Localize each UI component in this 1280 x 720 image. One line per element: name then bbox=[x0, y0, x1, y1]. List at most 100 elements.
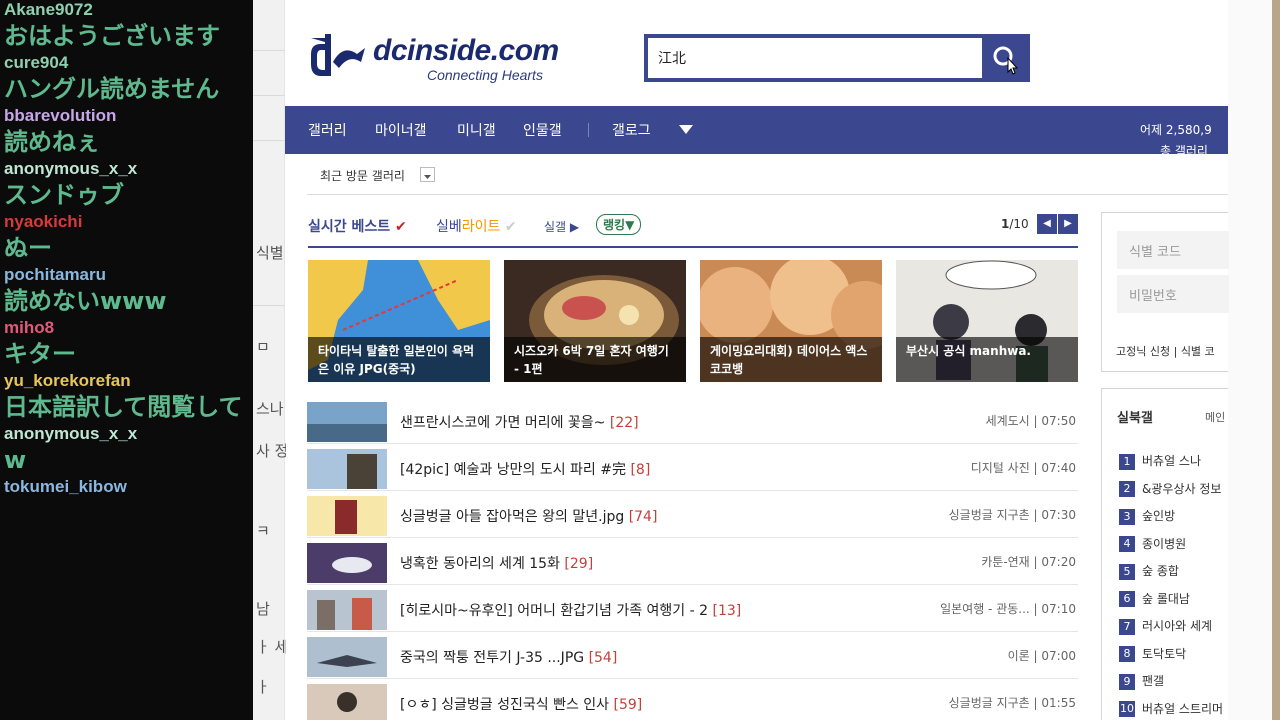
post-thumbnail bbox=[307, 402, 387, 442]
divider bbox=[253, 305, 285, 306]
nav-item-person-gallery[interactable]: 인물갤 bbox=[523, 120, 562, 140]
post-row[interactable]: 냉혹한 동아리의 세계 15화 [29] 카툰-연재 | 07:20 bbox=[307, 538, 1078, 585]
post-row[interactable]: 샌프란시스코에 가면 머리에 꽃을~ [22] 세계도시 | 07:50 bbox=[307, 397, 1078, 444]
nav-item-mini-gallery[interactable]: 미니갤 bbox=[457, 120, 496, 140]
recent-galleries-label: 최근 방문 갤러리 bbox=[320, 169, 405, 183]
chat-username: tokumei_kibow bbox=[4, 477, 127, 496]
post-row[interactable]: [ㅇㅎ] 싱글벙글 성진국식 빤스 인사 [59] 싱글벙글 지구촌 | 01:… bbox=[307, 679, 1078, 720]
password-field[interactable]: 비밀번호 bbox=[1117, 275, 1229, 313]
post-time: 07:10 bbox=[1041, 602, 1076, 616]
login-panel: 식별 코드 비밀번호 고정닉 신청 | 식별 코 bbox=[1101, 212, 1229, 372]
chat-username: pochitamaru bbox=[4, 265, 107, 284]
ranking-item[interactable]: 9 팬갤 bbox=[1119, 672, 1164, 690]
id-code-field[interactable]: 식별 코드 bbox=[1117, 231, 1229, 269]
chat-text bbox=[4, 496, 253, 530]
post-title-text: 샌프란시스코에 가면 머리에 꽃을~ bbox=[400, 415, 606, 431]
search-icon bbox=[993, 46, 1019, 75]
chat-username: nyaokichi bbox=[4, 212, 83, 231]
ranking-item[interactable]: 7 러시아와 세계 bbox=[1119, 617, 1212, 635]
nav-item-gallog[interactable]: 갤로그 bbox=[612, 120, 651, 140]
ranking-sub[interactable]: 메인 bbox=[1205, 409, 1225, 425]
rank-label: 토닥토닥 bbox=[1142, 646, 1187, 661]
comment-count: [54] bbox=[588, 650, 618, 666]
post-title-text: [ㅇㅎ] 싱글벙글 성진국식 빤스 인사 bbox=[400, 697, 610, 713]
comment-count: [59] bbox=[613, 697, 643, 713]
ranking-item[interactable]: 3 숲인방 bbox=[1119, 507, 1175, 525]
fixed-nick-signup-link[interactable]: 고정닉 신청 bbox=[1116, 345, 1170, 358]
chat-message: anonymous_x_xw bbox=[0, 424, 253, 477]
nav-item-minor-gallery[interactable]: 마이너갤 bbox=[375, 120, 427, 140]
post-time: 07:50 bbox=[1041, 414, 1076, 428]
recent-galleries: 최근 방문 갤러리 bbox=[307, 155, 1228, 195]
best-thumb-card[interactable]: 타이타닉 탈출한 일본인이 욕먹은 이유 JPG(중국) bbox=[308, 260, 490, 382]
nav-item-gallery[interactable]: 갤러리 bbox=[308, 120, 347, 140]
post-meta: 세계도시 | 07:50 bbox=[985, 414, 1076, 428]
post-row[interactable]: 싱글벙글 아들 잡아먹은 왕의 말년.jpg [74] 싱글벙글 지구촌 | 0… bbox=[307, 491, 1078, 538]
best-thumb-card[interactable]: 게이밍요리대회) 데이어스 액스 코코뱅 bbox=[700, 260, 882, 382]
strip-text: 남 bbox=[256, 600, 270, 618]
tab-realtime-best[interactable]: 실시간 베스트 ✔ bbox=[308, 216, 407, 236]
tab-label: 실갤 bbox=[544, 220, 567, 234]
rank-number: 7 bbox=[1119, 618, 1135, 635]
chat-text: 読めねぇ bbox=[4, 128, 100, 156]
ranking-item[interactable]: 2 &광우상사 정보 bbox=[1119, 480, 1221, 498]
comment-count: [74] bbox=[628, 509, 658, 525]
comment-count: [29] bbox=[564, 556, 594, 572]
chat-text: w bbox=[4, 446, 27, 474]
strip-text: ㅁ bbox=[256, 338, 270, 356]
chat-overlay: Akane9072 おはようございます cure904 ハングル読めません bbarev… bbox=[0, 0, 253, 720]
post-thumbnail bbox=[307, 496, 387, 536]
post-meta: 싱글벙글 지구촌 | 01:55 bbox=[948, 696, 1076, 710]
next-page-button[interactable]: ▶ bbox=[1058, 214, 1078, 234]
caret-down-icon: ▼ bbox=[625, 218, 635, 232]
best-thumb-card[interactable]: 부산시 공식 manhwa. bbox=[896, 260, 1078, 382]
visitor-count: 어제 2,580,9 bbox=[1140, 123, 1212, 137]
ranking-title[interactable]: 실북갤 bbox=[1117, 407, 1153, 426]
tab-label: 실베 bbox=[436, 219, 462, 235]
chat-username: anonymous_x_x bbox=[4, 424, 138, 443]
best-thumb-card[interactable]: 시즈오카 6박 7일 혼자 여행기 - 1편 bbox=[504, 260, 686, 382]
strip-text: ㅏ 세 bbox=[256, 638, 286, 656]
rank-number: 3 bbox=[1119, 508, 1135, 525]
rank-number: 10 bbox=[1119, 701, 1135, 717]
post-row[interactable]: 중국의 짝퉁 전투기 J-35 ...JPG [54] 이론 | 07:00 bbox=[307, 632, 1078, 679]
post-row[interactable]: [히로시마~유후인] 어머니 환갑기념 가족 여행기 - 2 [13] 일본여행… bbox=[307, 585, 1078, 632]
ranking-item[interactable]: 8 토닥토닥 bbox=[1119, 645, 1186, 663]
search-button[interactable] bbox=[984, 38, 1026, 78]
dc-logo-icon bbox=[311, 34, 365, 76]
tab-real-gallery[interactable]: 실갤 ▶ bbox=[544, 218, 579, 235]
ranking-item[interactable]: 4 종이병원 bbox=[1119, 535, 1186, 553]
post-row[interactable]: [42pic] 예술과 낭만의 도시 파리 #完 [8] 디지털 사진 | 07… bbox=[307, 444, 1078, 491]
post-gallery: 이론 bbox=[1007, 649, 1030, 663]
tab-label: 실시간 베스트 bbox=[308, 219, 391, 235]
login-links: 고정닉 신청 | 식별 코 bbox=[1116, 345, 1215, 358]
thumb-caption: 게이밍요리대회) 데이어스 액스 코코뱅 bbox=[700, 337, 882, 382]
site-logo[interactable]: dcinside.com Connecting Hearts bbox=[309, 32, 619, 84]
ranking-item[interactable]: 6 숲 롤대남 bbox=[1119, 590, 1190, 608]
thumb-caption: 시즈오카 6박 7일 혼자 여행기 - 1편 bbox=[504, 337, 686, 382]
post-title: [42pic] 예술과 낭만의 도시 파리 #完 [8] bbox=[400, 459, 650, 479]
ranking-dropdown[interactable]: 랭킹▼ bbox=[596, 214, 642, 235]
rank-label: 종이병원 bbox=[1142, 536, 1187, 551]
chat-text: 日本語訳して閲覧して bbox=[4, 393, 243, 421]
chat-message: yu_korekorefan 日本語訳して閲覧して bbox=[0, 371, 253, 424]
ranking-item[interactable]: 1 버츄얼 스나 bbox=[1119, 452, 1201, 470]
ranking-item[interactable]: 5 숲 종합 bbox=[1119, 562, 1179, 580]
rank-number: 5 bbox=[1119, 563, 1135, 580]
comment-count: [22] bbox=[609, 415, 639, 431]
id-code-link[interactable]: 식별 코 bbox=[1181, 345, 1215, 358]
prev-page-button[interactable]: ◀ bbox=[1037, 214, 1057, 234]
rank-label: 숲 롤대남 bbox=[1142, 591, 1190, 606]
tab-best-lite[interactable]: 실베라이트 ✔ bbox=[436, 216, 517, 236]
chat-message: pochitamaru 読めないwww bbox=[0, 265, 253, 318]
search-input[interactable] bbox=[648, 38, 982, 78]
ranking-item[interactable]: 10 버츄얼 스트리머 bbox=[1119, 700, 1223, 718]
strip-text: 식별 bbox=[256, 244, 284, 262]
chat-text: 読めないwww bbox=[4, 287, 167, 315]
chevron-down-icon[interactable] bbox=[679, 125, 693, 135]
chat-username: yu_korekorefan bbox=[4, 371, 131, 390]
post-time: 07:40 bbox=[1041, 461, 1076, 475]
post-title: 샌프란시스코에 가면 머리에 꽃을~ [22] bbox=[400, 412, 639, 432]
recent-dropdown-button[interactable] bbox=[420, 167, 435, 182]
chevron-down-icon bbox=[424, 175, 431, 179]
